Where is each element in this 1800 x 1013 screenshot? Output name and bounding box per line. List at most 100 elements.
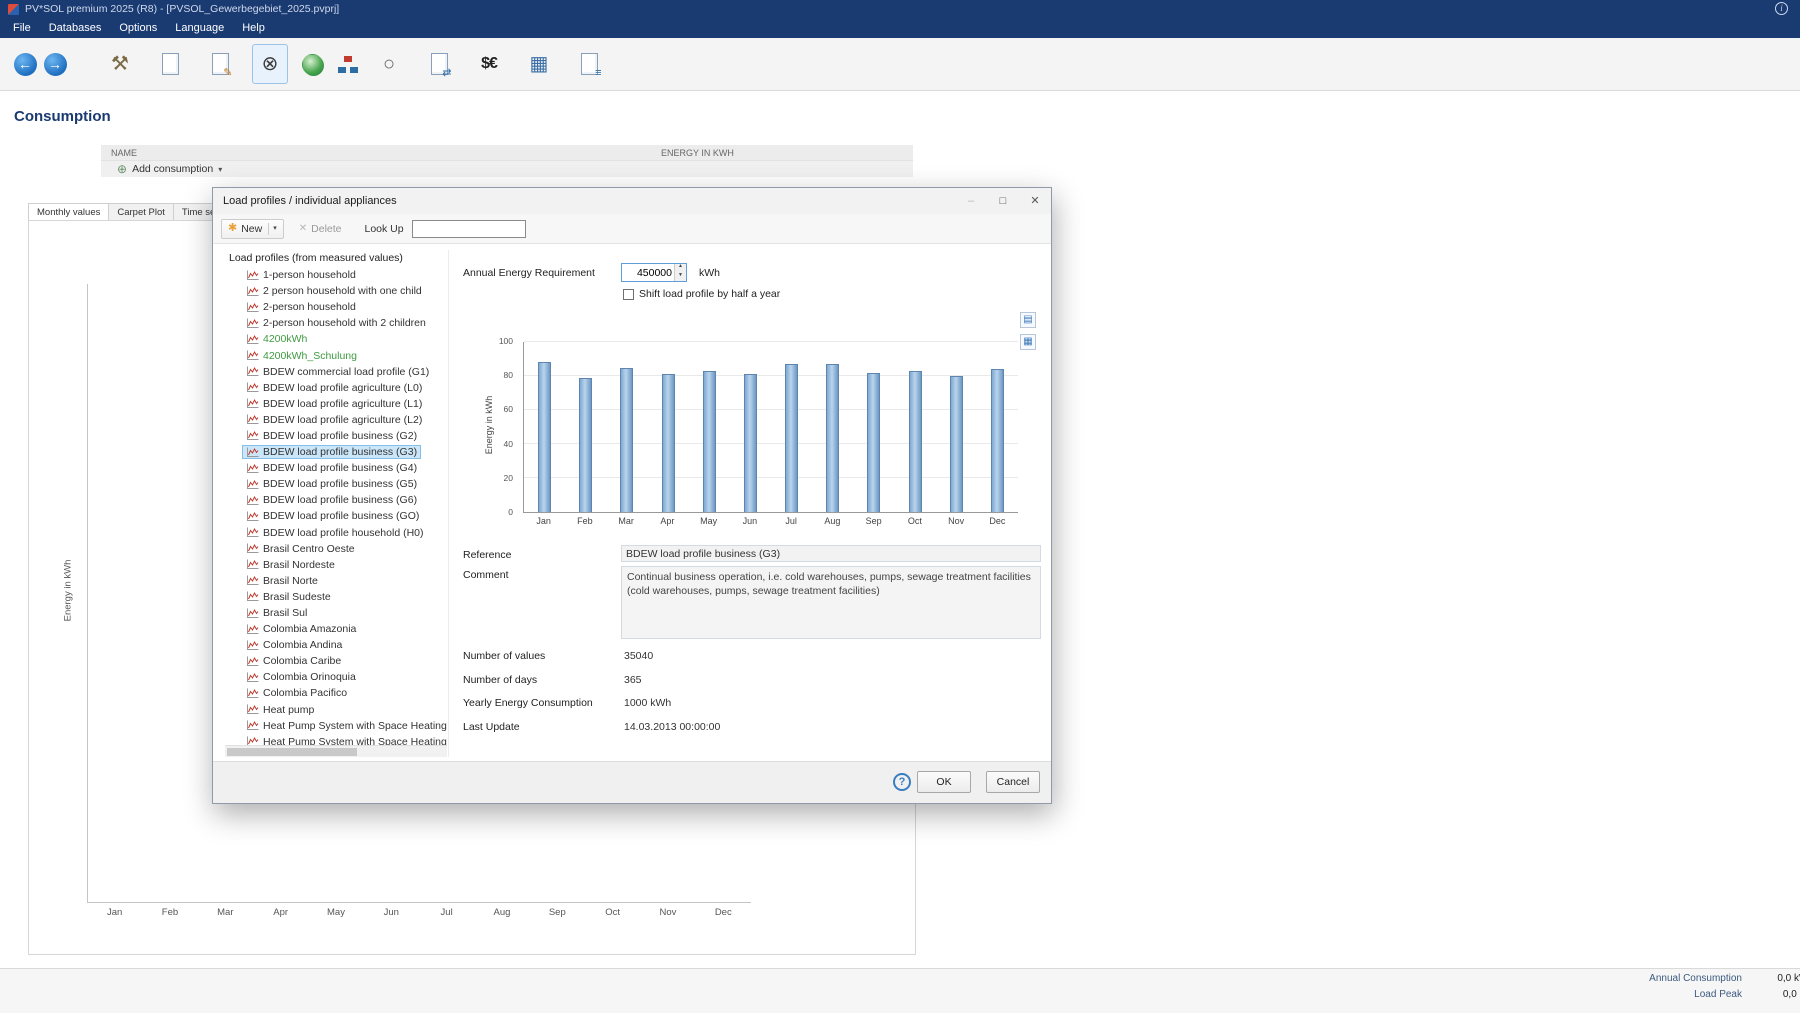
back-glyph: ← — [14, 53, 37, 76]
scrollbar-thumb[interactable] — [227, 748, 357, 756]
new-icon: ✱ — [228, 223, 237, 234]
load-profile-chart-icon — [246, 318, 259, 329]
y-tick-label: 100 — [499, 336, 513, 346]
report-icon[interactable]: ≡ — [571, 44, 607, 84]
tree-item-label: BDEW load profile business (G4) — [263, 462, 417, 474]
shift-checkbox-row: Shift load profile by half a year — [623, 288, 780, 300]
minimize-button[interactable]: – — [955, 188, 987, 214]
lookup-input[interactable] — [412, 220, 526, 238]
add-consumption-button[interactable]: ⊕ Add consumption ▾ — [101, 160, 913, 177]
load-profile-chart-icon — [246, 559, 259, 570]
tree-item-heat-pump[interactable]: Heat pump — [225, 702, 448, 718]
load-profile-chart-icon — [246, 463, 259, 474]
table-view-icon[interactable]: ▦ — [1020, 334, 1036, 350]
tariffs-icon[interactable]: $€ — [471, 44, 507, 84]
help-icon[interactable]: ? — [893, 773, 911, 791]
bar-nov — [950, 376, 963, 512]
plus-icon: ⊕ — [117, 163, 127, 175]
load-profile-chart-icon — [246, 672, 259, 683]
stat-value: 1000 kWh — [624, 697, 671, 709]
close-button[interactable]: ✕ — [1019, 188, 1051, 214]
bg-month-label: Sep — [530, 907, 585, 918]
tree-item-brasil-sudeste[interactable]: Brasil Sudeste — [225, 589, 448, 605]
x-tick-label: Jan — [523, 516, 564, 526]
delete-button[interactable]: ✕ Delete — [292, 219, 349, 239]
tree-item-brasil-norte[interactable]: Brasil Norte — [225, 573, 448, 589]
tree-item-brasil-nordeste[interactable]: Brasil Nordeste — [225, 557, 448, 573]
load-peak-label: Load Peak — [1694, 989, 1742, 1000]
tree-item-label: Colombia Amazonia — [263, 623, 356, 635]
tree-item-bdew-load-profile-agriculture-l1[interactable]: BDEW load profile agriculture (L1) — [225, 396, 448, 412]
cancel-button[interactable]: Cancel — [986, 771, 1040, 793]
menu-options[interactable]: Options — [110, 19, 166, 37]
tree-item-1-person-household[interactable]: 1-person household — [225, 267, 448, 283]
tree-item-bdew-load-profile-business-g2[interactable]: BDEW load profile business (G2) — [225, 428, 448, 444]
tree-item-bdew-load-profile-agriculture-l2[interactable]: BDEW load profile agriculture (L2) — [225, 412, 448, 428]
tree-item-bdew-commercial-load-profile-g1[interactable]: BDEW commercial load profile (G1) — [225, 364, 448, 380]
menu-help[interactable]: Help — [233, 19, 274, 37]
circuit-diagram-icon[interactable]: ⇄ — [421, 44, 457, 84]
tree-item-bdew-load-profile-business-g4[interactable]: BDEW load profile business (G4) — [225, 460, 448, 476]
tree-item-brasil-sul[interactable]: Brasil Sul — [225, 605, 448, 621]
tree-item-bdew-load-profile-business-go[interactable]: BDEW load profile business (GO) — [225, 508, 448, 524]
system-check-icon[interactable]: ⊗ — [252, 44, 288, 84]
tree-item-colombia-caribe[interactable]: Colombia Caribe — [225, 653, 448, 669]
tree-item-colombia-andina[interactable]: Colombia Andina — [225, 637, 448, 653]
add-consumption-label: Add consumption — [132, 163, 213, 175]
3d-design-icon[interactable] — [302, 54, 323, 75]
info-icon[interactable]: i — [1775, 2, 1788, 15]
tree-item-colombia-orinoquia[interactable]: Colombia Orinoquia — [225, 669, 448, 685]
ok-button[interactable]: OK — [917, 771, 971, 793]
menu-language[interactable]: Language — [166, 19, 233, 37]
tree-item-heat-pump-system-with-space-heating-air-v[interactable]: Heat Pump System with Space Heating (air… — [225, 718, 448, 734]
menu-databases[interactable]: Databases — [40, 19, 111, 37]
project-options-icon[interactable]: ⚒ — [102, 44, 138, 84]
module-layout-icon[interactable] — [337, 55, 357, 73]
forward-icon[interactable]: → — [42, 44, 68, 84]
tree-item-2-person-household[interactable]: 2-person household — [225, 299, 448, 315]
calculation-icon[interactable]: ▦ — [521, 44, 557, 84]
load-profile-chart-icon — [246, 447, 259, 458]
report-glyph: ≡ — [581, 53, 598, 75]
cabling-icon[interactable]: ○ — [371, 44, 407, 84]
tariffs-glyph: $€ — [481, 55, 497, 73]
new-project-icon[interactable] — [152, 44, 188, 84]
tree-item-label: BDEW load profile business (GO) — [263, 510, 419, 522]
load-profile-chart-icon — [246, 640, 259, 651]
tree-item-colombia-pacifico[interactable]: Colombia Pacifico — [225, 685, 448, 701]
menu-file[interactable]: File — [4, 19, 40, 37]
shift-checkbox[interactable] — [623, 289, 634, 300]
load-profile-chart-icon — [246, 688, 259, 699]
tree-item-4200kwh[interactable]: 4200kWh — [225, 331, 448, 347]
annual-consumption-label: Annual Consumption — [1649, 973, 1742, 984]
bar-jan — [538, 362, 551, 512]
tree-item-2-person-household-with-one-child[interactable]: 2 person household with one child — [225, 283, 448, 299]
spinner-down-icon[interactable]: ▼ — [675, 273, 686, 282]
tree-horizontal-scrollbar[interactable] — [225, 745, 447, 757]
new-button[interactable]: ✱ New ▾ — [221, 219, 284, 239]
back-icon[interactable]: ← — [12, 44, 38, 84]
dialog-titlebar[interactable]: Load profiles / individual appliances – … — [213, 188, 1051, 214]
x-tick-label: May — [688, 516, 729, 526]
tree-item-bdew-load-profile-business-g5[interactable]: BDEW load profile business (G5) — [225, 476, 448, 492]
maximize-button[interactable]: □ — [987, 188, 1019, 214]
tree-item-bdew-load-profile-business-g3[interactable]: BDEW load profile business (G3) — [225, 444, 448, 460]
tree-item-colombia-amazonia[interactable]: Colombia Amazonia — [225, 621, 448, 637]
new-button-label: New — [241, 223, 262, 235]
x-tick-label: Dec — [977, 516, 1018, 526]
tree-root-node[interactable]: Load profiles (from measured values) — [225, 250, 448, 267]
chart-view-icon[interactable]: ▤ — [1020, 312, 1036, 328]
tree-item-4200kwh-schulung[interactable]: 4200kWh_Schulung — [225, 347, 448, 363]
tree-item-bdew-load-profile-agriculture-l0[interactable]: BDEW load profile agriculture (L0) — [225, 380, 448, 396]
edit-project-icon[interactable]: ✎ — [202, 44, 238, 84]
tree-item-2-person-household-with-2-children[interactable]: 2-person household with 2 children — [225, 315, 448, 331]
stat-label: Last Update — [463, 721, 520, 733]
dialog-toolbar: ✱ New ▾ ✕ Delete Look Up — [213, 214, 1051, 244]
tree-item-bdew-load-profile-household-h0[interactable]: BDEW load profile household (H0) — [225, 525, 448, 541]
tree-item-label: Colombia Orinoquia — [263, 671, 356, 683]
y-tick-label: 40 — [504, 439, 513, 449]
tree-item-brasil-centro-oeste[interactable]: Brasil Centro Oeste — [225, 541, 448, 557]
load-profile-chart-icon — [246, 382, 259, 393]
annual-energy-input[interactable] — [622, 264, 674, 281]
tree-item-bdew-load-profile-business-g6[interactable]: BDEW load profile business (G6) — [225, 492, 448, 508]
